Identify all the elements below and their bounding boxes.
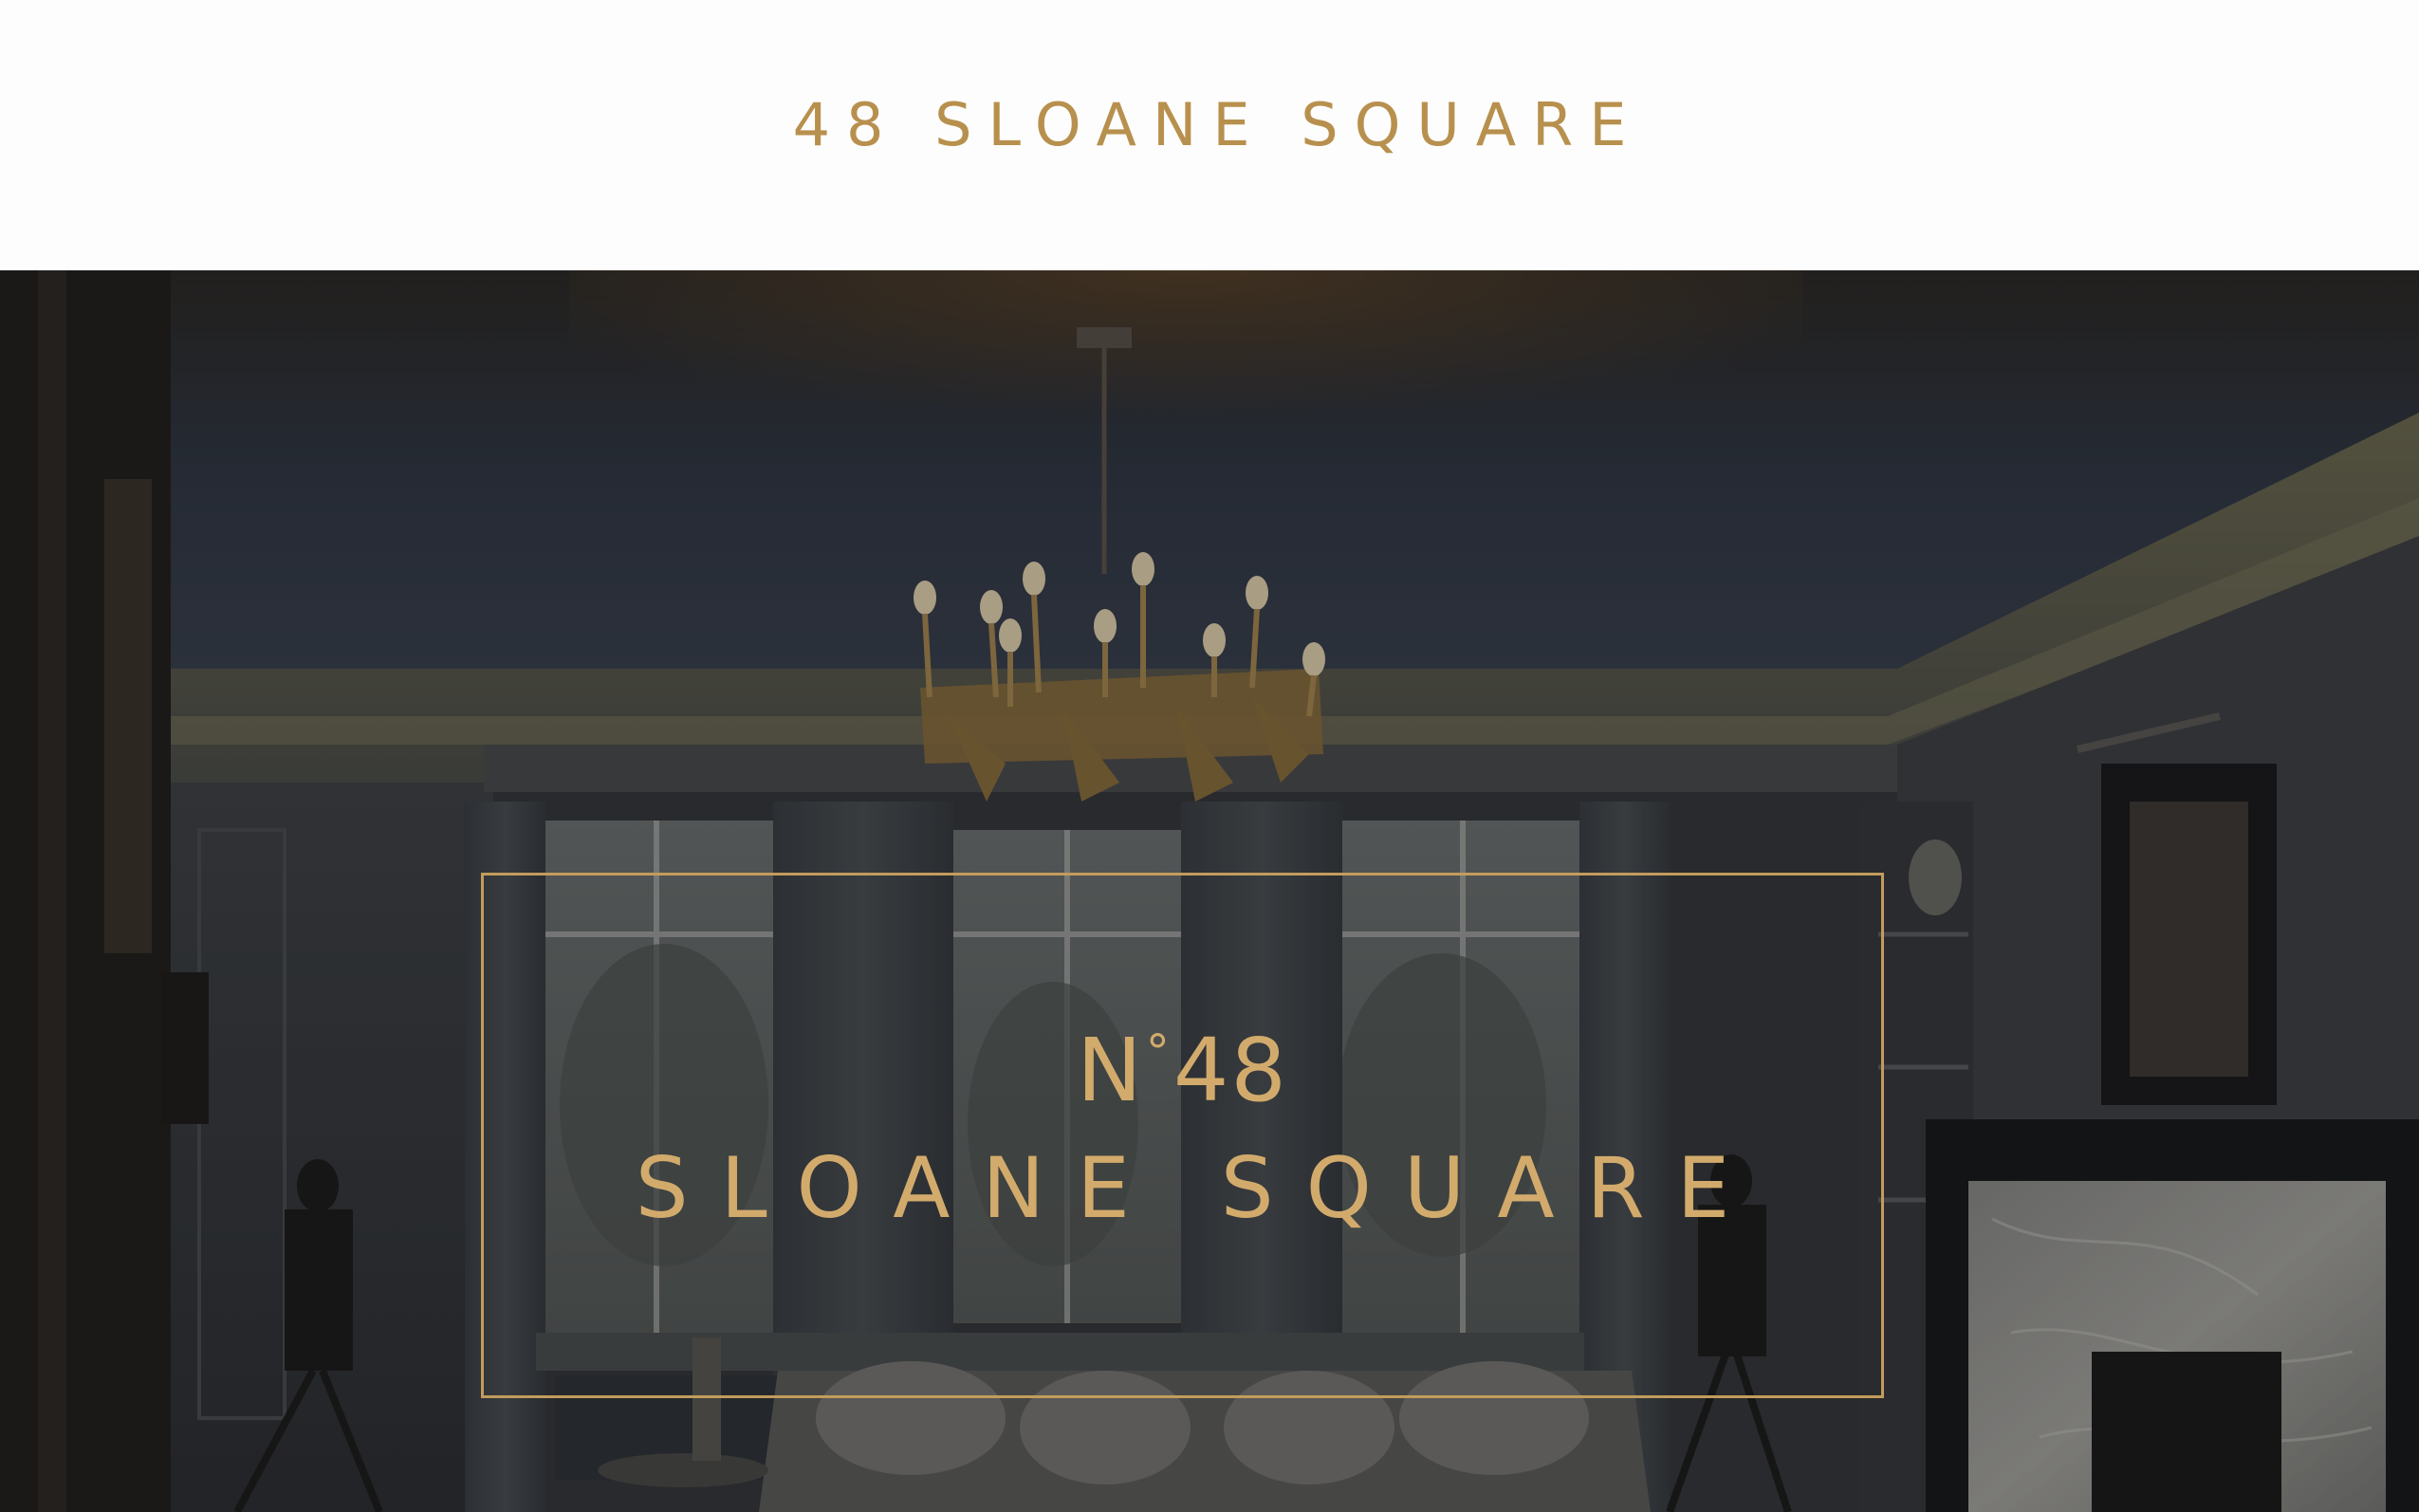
hero-section: N°48 SLOANE SQUARE: [0, 270, 2419, 1512]
hero-title-name: SLOANE SQUARE: [635, 1139, 1763, 1237]
hero-title-frame: N°48 SLOANE SQUARE: [481, 873, 1884, 1398]
site-logo[interactable]: 48 SLOANE SQUARE: [777, 87, 1643, 163]
title-prefix: N: [1077, 1020, 1144, 1121]
title-degree: °: [1145, 1024, 1172, 1079]
title-number-value: 48: [1173, 1020, 1288, 1121]
page: 48 SLOANE SQUARE N°48 SLOANE SQUARE: [0, 0, 2419, 1512]
hero-title-number: N°48: [484, 1023, 1881, 1132]
site-header: 48 SLOANE SQUARE: [0, 0, 2419, 270]
